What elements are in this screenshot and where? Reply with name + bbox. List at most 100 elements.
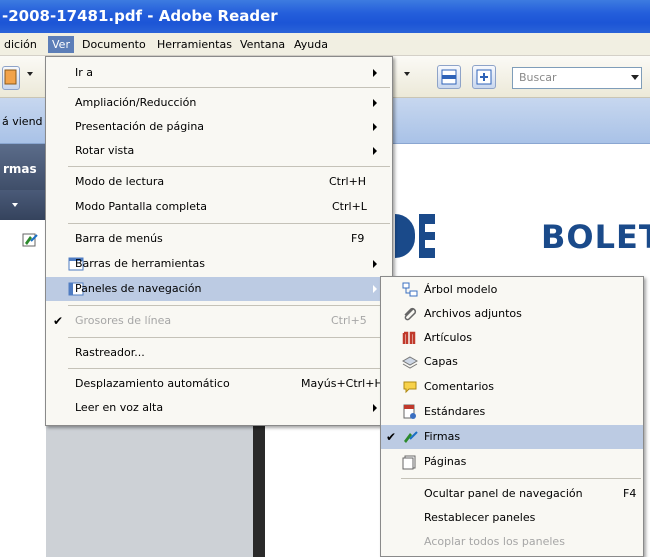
- menu-edicion[interactable]: dición: [0, 36, 41, 53]
- menu-item-label: Rastreador...: [75, 346, 145, 359]
- signature-icon: [404, 431, 418, 443]
- paperclip-icon: [404, 307, 417, 321]
- document-icon: [4, 69, 17, 85]
- checkmark-icon: ✔: [53, 314, 64, 328]
- fit-page-icon: [441, 69, 457, 85]
- menu-item-label: Barra de menús: [75, 232, 163, 245]
- menu-herramientas[interactable]: Herramientas: [153, 36, 236, 53]
- model-tree-icon: [402, 282, 418, 297]
- menu-item-ampliacion[interactable]: Ampliación/Reducción: [46, 91, 392, 115]
- menu-item-modo-lectura[interactable]: Modo de lectura Ctrl+H: [46, 170, 392, 194]
- menu-item-label: Ir a: [75, 66, 94, 79]
- submenu-arrow-icon: [373, 99, 377, 107]
- menu-item-ir-a[interactable]: Ir a: [46, 61, 392, 85]
- menu-item-label: Restablecer paneles: [424, 511, 536, 524]
- menu-item-grosores-linea[interactable]: ✔ Grosores de línea Ctrl+5: [46, 309, 392, 333]
- menu-item-label: Artículos: [424, 331, 472, 344]
- window-title: -2008-17481.pdf - Adobe Reader: [2, 7, 278, 25]
- menu-item-desplazamiento[interactable]: Desplazamiento automático Mayús+Ctrl+H: [46, 372, 392, 396]
- menu-item-presentacion[interactable]: Presentación de página: [46, 115, 392, 139]
- menu-item-label: Capas: [424, 355, 458, 368]
- menu-item-label: Archivos adjuntos: [424, 307, 522, 320]
- search-placeholder: Buscar: [519, 71, 557, 84]
- shortcut-label: F4: [623, 487, 637, 500]
- submenu-arrow-icon: [373, 147, 377, 155]
- menu-item-label: Firmas: [424, 430, 461, 443]
- menu-item-leer-voz-alta[interactable]: Leer en voz alta: [46, 396, 392, 420]
- menu-ayuda[interactable]: Ayuda: [290, 36, 332, 53]
- expand-icon: [476, 69, 492, 85]
- navigation-panel: rmas: [0, 144, 46, 557]
- menu-item-label: Rotar vista: [75, 144, 135, 157]
- submenu-arrow-icon: [373, 123, 377, 131]
- submenu-item-restablecer-paneles[interactable]: Restablecer paneles: [381, 506, 643, 530]
- shortcut-label: F9: [351, 232, 365, 245]
- submenu-item-arbol-modelo[interactable]: Árbol modelo: [381, 278, 643, 302]
- checkmark-icon: ✔: [386, 430, 397, 444]
- submenu-item-paginas[interactable]: Páginas: [381, 450, 643, 474]
- menu-item-label: Ocultar panel de navegación: [424, 487, 583, 500]
- submenu-item-firmas[interactable]: ✔ Firmas: [381, 425, 643, 449]
- chevron-down-icon[interactable]: [404, 72, 410, 76]
- open-button[interactable]: [2, 66, 20, 90]
- submenu-arrow-icon: [373, 285, 377, 293]
- chevron-down-icon[interactable]: [27, 72, 33, 76]
- submenu-item-articulos[interactable]: Artículos: [381, 326, 643, 350]
- panel-title: rmas: [3, 162, 37, 176]
- menu-item-rotar[interactable]: Rotar vista: [46, 139, 392, 163]
- chevron-down-icon[interactable]: [12, 203, 18, 207]
- menu-item-label: Presentación de página: [75, 120, 205, 133]
- menu-item-barras-herramientas[interactable]: Barras de herramientas: [46, 252, 392, 276]
- menu-item-label: Grosores de línea: [75, 314, 172, 327]
- menu-item-label: Leer en voz alta: [75, 401, 164, 414]
- submenu-item-capas[interactable]: Capas: [381, 350, 643, 374]
- paneles-submenu: Árbol modelo Archivos adjuntos Artículos…: [380, 276, 644, 557]
- shortcut-label: Mayús+Ctrl+H: [301, 377, 383, 390]
- menu-item-pantalla-completa[interactable]: Modo Pantalla completa Ctrl+L: [46, 195, 392, 219]
- page-heading: BOLET: [541, 218, 650, 256]
- boe-logo: [395, 214, 435, 258]
- shortcut-label: Ctrl+5: [331, 314, 367, 327]
- submenu-arrow-icon: [373, 69, 377, 77]
- submenu-arrow-icon: [373, 404, 377, 412]
- shortcut-label: Ctrl+L: [332, 200, 367, 213]
- window-title-bar: -2008-17481.pdf - Adobe Reader: [0, 0, 650, 33]
- menu-item-label: Desplazamiento automático: [75, 377, 230, 390]
- menu-item-label: Estándares: [424, 405, 486, 418]
- submenu-item-archivos-adjuntos[interactable]: Archivos adjuntos: [381, 302, 643, 326]
- submenu-item-acoplar-paneles[interactable]: Acoplar todos los paneles: [381, 530, 643, 554]
- shortcut-label: Ctrl+H: [329, 175, 367, 188]
- menu-item-label: Modo de lectura: [75, 175, 165, 188]
- menu-ver[interactable]: Ver: [48, 36, 74, 53]
- menu-item-label: Árbol modelo: [424, 283, 498, 296]
- pages-icon: [402, 455, 416, 470]
- chevron-down-icon[interactable]: [631, 75, 639, 80]
- menu-item-rastreador[interactable]: Rastreador...: [46, 341, 392, 365]
- layers-icon: [402, 356, 418, 369]
- panel-header: rmas: [0, 144, 46, 190]
- menu-item-label: Modo Pantalla completa: [75, 200, 208, 213]
- panel-toolbar: [0, 190, 46, 220]
- menu-item-barra-menus[interactable]: Barra de menús F9: [46, 227, 392, 251]
- signature-icon[interactable]: [22, 232, 40, 248]
- search-input[interactable]: Buscar: [512, 67, 642, 89]
- standards-icon: [403, 404, 416, 419]
- fit-page-button[interactable]: [437, 65, 461, 89]
- menu-item-label: Ampliación/Reducción: [75, 96, 197, 109]
- comment-icon: [403, 381, 417, 394]
- menu-item-label: Páginas: [424, 455, 467, 468]
- menu-item-label: Paneles de navegación: [75, 282, 202, 295]
- menu-documento[interactable]: Documento: [78, 36, 150, 53]
- submenu-item-comentarios[interactable]: Comentarios: [381, 375, 643, 399]
- fit-width-button[interactable]: [472, 65, 496, 89]
- menu-item-label: Acoplar todos los paneles: [424, 535, 565, 548]
- menu-ventana[interactable]: Ventana: [236, 36, 289, 53]
- menu-item-label: Comentarios: [424, 380, 494, 393]
- articles-icon: [402, 331, 416, 344]
- submenu-item-ocultar-panel[interactable]: Ocultar panel de navegación F4: [381, 482, 643, 506]
- submenu-item-estandares[interactable]: Estándares: [381, 400, 643, 424]
- menu-item-label: Barras de herramientas: [75, 257, 205, 270]
- ver-menu: Ir a Ampliación/Reducción Presentación d…: [45, 56, 393, 426]
- submenu-arrow-icon: [373, 260, 377, 268]
- menu-item-paneles-navegacion[interactable]: Paneles de navegación: [46, 277, 392, 301]
